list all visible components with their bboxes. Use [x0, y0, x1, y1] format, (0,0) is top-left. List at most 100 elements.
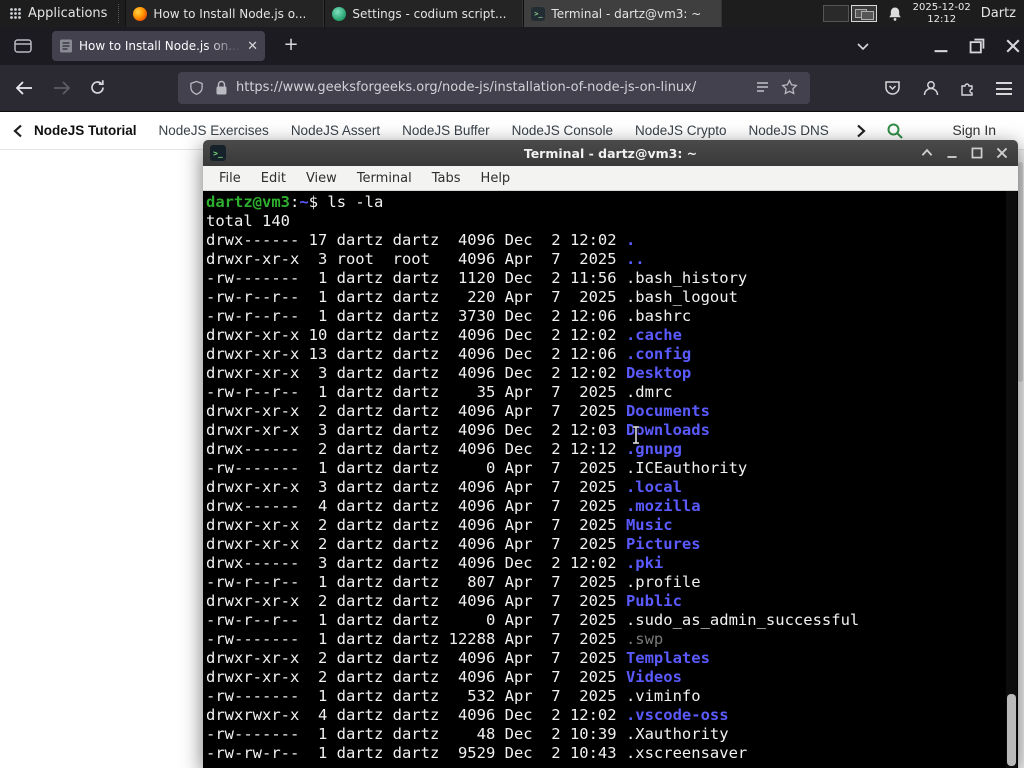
subnav-scroll-left-icon[interactable] — [13, 124, 23, 138]
terminal-listing-row: -rw------- 1 dartz dartz 0 Apr 7 2025 .I… — [206, 459, 1018, 478]
workspace-1[interactable] — [822, 5, 849, 22]
menu-terminal[interactable]: Terminal — [347, 168, 422, 189]
subnav-item-assert[interactable]: NodeJS Assert — [291, 123, 380, 138]
user-menu[interactable]: Dartz — [981, 6, 1018, 21]
listing-fields: drwxr-xr-x 2 dartz dartz 4096 Apr 7 2025 — [206, 649, 626, 667]
workspace-2[interactable] — [850, 5, 877, 22]
window-restore-icon[interactable] — [964, 37, 990, 55]
browser-tab-active[interactable]: How to Install Node.js on... ✕ — [52, 31, 265, 61]
window-minimize-icon[interactable] — [928, 37, 954, 55]
extensions-icon[interactable] — [958, 79, 976, 97]
subnav-item-console[interactable]: NodeJS Console — [512, 123, 613, 138]
terminal-scrollbar[interactable] — [1006, 191, 1017, 768]
listing-fields: drwxr-xr-x 2 dartz dartz 4096 Apr 7 2025 — [206, 402, 626, 420]
list-all-tabs-icon[interactable] — [856, 42, 870, 51]
subnav-item-exercises[interactable]: NodeJS Exercises — [159, 123, 269, 138]
terminal-window-controls — [919, 140, 1010, 166]
url-bar[interactable]: https://www.geeksforgeeks.org/node-js/in… — [178, 72, 810, 104]
sign-in-button[interactable]: Sign In — [952, 122, 996, 138]
listing-name: .dmrc — [625, 383, 673, 401]
search-icon[interactable] — [886, 122, 904, 140]
forward-icon[interactable] — [52, 80, 72, 96]
terminal-listing-row: drwxr-xr-x 3 root root 4096 Apr 7 2025 .… — [206, 250, 1018, 269]
terminal-window: >_ Terminal - dartz@vm3: ~ File Edit Vie… — [203, 140, 1018, 768]
terminal-window-title: Terminal - dartz@vm3: ~ — [523, 145, 698, 161]
listing-fields: drwx------ 17 dartz dartz 4096 Dec 2 12:… — [206, 231, 626, 249]
listing-fields: -rw-rw-r-- 1 dartz dartz 9529 Dec 2 10:4… — [206, 744, 626, 762]
terminal-prompt-line: dartz@vm3:~$ ls -la — [206, 193, 1018, 212]
subnav-item-dns[interactable]: NodeJS DNS — [749, 123, 829, 138]
listing-fields: drwx------ 3 dartz dartz 4096 Dec 2 12:0… — [206, 554, 626, 572]
lock-icon[interactable] — [215, 80, 228, 96]
taskbar-button-label: How to Install Node.js o... — [153, 6, 307, 21]
bookmark-star-icon[interactable] — [781, 79, 798, 96]
reload-icon[interactable] — [89, 79, 106, 96]
tab-close-icon[interactable]: ✕ — [247, 40, 258, 53]
text-cursor-icon — [633, 425, 639, 445]
notification-bell-icon[interactable] — [887, 6, 903, 22]
account-icon[interactable] — [922, 79, 940, 97]
terminal-content[interactable]: dartz@vm3:~$ ls -la total 140 drwx------ 1… — [203, 191, 1018, 768]
taskbar-button-codium[interactable]: Settings - codium script... — [324, 0, 524, 27]
applications-label: Applications — [28, 6, 108, 21]
terminal-listing-row: drwxr-xr-x 13 dartz dartz 4096 Dec 2 12:… — [206, 345, 1018, 364]
menu-help[interactable]: Help — [471, 168, 521, 189]
listing-fields: -rw-r--r-- 1 dartz dartz 220 Apr 7 2025 — [206, 288, 626, 306]
new-tab-button[interactable]: + — [280, 35, 302, 55]
terminal-icon: >_ — [531, 6, 546, 21]
listing-fields: -rw-r--r-- 1 dartz dartz 3730 Dec 2 12:0… — [206, 307, 626, 325]
listing-fields: drwxr-xr-x 3 dartz dartz 4096 Apr 7 2025 — [206, 478, 626, 496]
terminal-maximize-icon[interactable] — [969, 145, 985, 161]
browser-nav-bar: https://www.geeksforgeeks.org/node-js/in… — [0, 65, 1024, 112]
terminal-scrollbar-thumb[interactable] — [1007, 694, 1016, 766]
listing-name: .cache — [625, 326, 682, 344]
listing-fields: -rw------- 1 dartz dartz 0 Apr 7 2025 — [206, 459, 626, 477]
listing-name: .bash_history — [625, 269, 748, 287]
subnav-item-tutorial[interactable]: NodeJS Tutorial — [34, 123, 137, 138]
pocket-icon[interactable] — [884, 80, 901, 96]
terminal-listing-row: drwxr-xr-x 3 dartz dartz 4096 Dec 2 12:0… — [206, 364, 1018, 383]
tracking-shield-icon[interactable] — [189, 80, 204, 96]
listing-fields: drwxr-xr-x 2 dartz dartz 4096 Apr 7 2025 — [206, 516, 626, 534]
menu-view[interactable]: View — [296, 168, 347, 189]
subnav-item-crypto[interactable]: NodeJS Crypto — [635, 123, 727, 138]
terminal-listing-row: drwxr-xr-x 3 dartz dartz 4096 Dec 2 12:0… — [206, 421, 1018, 440]
terminal-listing-row: -rw-r--r-- 1 dartz dartz 35 Apr 7 2025 .… — [206, 383, 1018, 402]
url-text[interactable]: https://www.geeksforgeeks.org/node-js/in… — [236, 80, 744, 95]
subnav-scroll-right-icon[interactable] — [856, 124, 866, 138]
clock-time: 12:12 — [927, 13, 957, 25]
terminal-output: dartz@vm3:~$ ls -la total 140 drwx------ 1… — [206, 193, 1018, 763]
menu-tabs[interactable]: Tabs — [422, 168, 471, 189]
terminal-listing-row: drwxr-xr-x 10 dartz dartz 4096 Dec 2 12:… — [206, 326, 1018, 345]
reader-view-icon[interactable] — [755, 80, 770, 96]
taskbar-button-firefox[interactable]: How to Install Node.js o... — [125, 0, 325, 27]
page-scrollbar[interactable] — [1017, 150, 1024, 768]
terminal-listing-row: drwxr-xr-x 2 dartz dartz 4096 Apr 7 2025… — [206, 516, 1018, 535]
listing-name: Documents — [625, 402, 710, 420]
terminal-titlebar[interactable]: >_ Terminal - dartz@vm3: ~ — [203, 140, 1018, 166]
listing-name: .viminfo — [625, 687, 701, 705]
workspace-pager[interactable] — [822, 5, 877, 22]
firefox-view-icon[interactable] — [14, 39, 32, 53]
taskbar-button-label: Terminal - dartz@vm3: ~ — [551, 6, 702, 21]
mini-window — [860, 11, 874, 20]
back-icon[interactable] — [14, 80, 34, 96]
listing-fields: drwxr-xr-x 3 dartz dartz 4096 Dec 2 12:0… — [206, 364, 626, 382]
terminal-minimize-icon[interactable] — [944, 145, 960, 161]
terminal-close-icon[interactable] — [994, 145, 1010, 161]
menu-edit[interactable]: Edit — [251, 168, 296, 189]
menu-hamburger-icon[interactable] — [996, 82, 1012, 95]
listing-fields: drwx------ 4 dartz dartz 4096 Apr 7 2025 — [206, 497, 626, 515]
menu-file[interactable]: File — [209, 168, 251, 189]
listing-fields: -rw------- 1 dartz dartz 532 Apr 7 2025 — [206, 687, 626, 705]
terminal-shade-icon[interactable] — [919, 145, 935, 161]
window-close-icon[interactable] — [1000, 37, 1024, 55]
applications-menu-button[interactable]: Applications — [0, 0, 116, 27]
page-scrollbar-thumb[interactable] — [1018, 162, 1023, 382]
listing-fields: -rw-r--r-- 1 dartz dartz 35 Apr 7 2025 — [206, 383, 626, 401]
taskbar-button-label: Settings - codium script... — [352, 6, 507, 21]
subnav-item-buffer[interactable]: NodeJS Buffer — [402, 123, 490, 138]
terminal-listing-row: drwx------ 2 dartz dartz 4096 Dec 2 12:1… — [206, 440, 1018, 459]
taskbar-button-terminal[interactable]: >_ Terminal - dartz@vm3: ~ — [523, 0, 723, 27]
panel-clock[interactable]: 2025-12-02 12:12 — [913, 2, 971, 25]
